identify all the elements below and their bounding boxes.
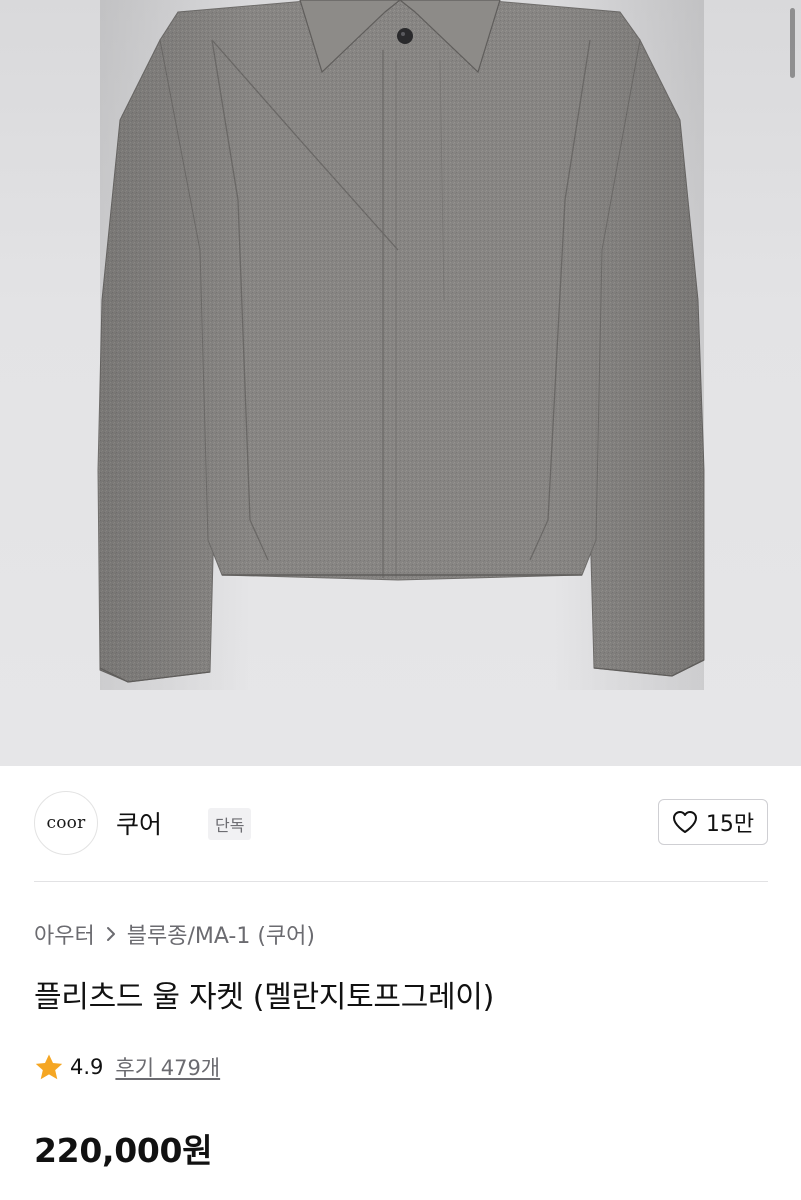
brand-logo-text: coor xyxy=(46,813,86,833)
brand-name[interactable]: 쿠어 xyxy=(116,805,162,841)
star-icon xyxy=(34,1053,64,1081)
like-button[interactable]: 15만 xyxy=(658,799,768,845)
like-count: 15만 xyxy=(705,812,755,837)
product-image[interactable] xyxy=(0,0,801,766)
product-price: 220,000원 xyxy=(34,1131,213,1170)
chevron-right-icon xyxy=(105,925,117,943)
exclusive-badge: 단독 xyxy=(208,808,252,840)
product-page: coor 쿠어 단독 15만 아우터 블루종/MA-1 (쿠어) 플리츠드 울 … xyxy=(0,0,801,1200)
jacket-illustration xyxy=(97,0,705,690)
brand-logo[interactable]: coor xyxy=(34,791,98,855)
brand-row: coor 쿠어 단독 15만 xyxy=(34,790,768,856)
breadcrumb-subcategory[interactable]: 블루종/MA-1 (쿠어) xyxy=(127,918,315,950)
reviews-link[interactable]: 후기 479개 xyxy=(115,1052,220,1082)
rating-row: 4.9 후기 479개 xyxy=(34,1052,220,1082)
scrollbar-thumb[interactable] xyxy=(790,8,795,78)
heart-outline-icon xyxy=(672,810,698,834)
rating-value: 4.9 xyxy=(70,1055,104,1079)
product-title: 플리츠드 울 자켓 (멜란지토프그레이) xyxy=(34,980,495,1015)
breadcrumb-category[interactable]: 아우터 xyxy=(34,918,95,950)
divider xyxy=(34,881,768,882)
breadcrumb: 아우터 블루종/MA-1 (쿠어) xyxy=(34,918,315,950)
